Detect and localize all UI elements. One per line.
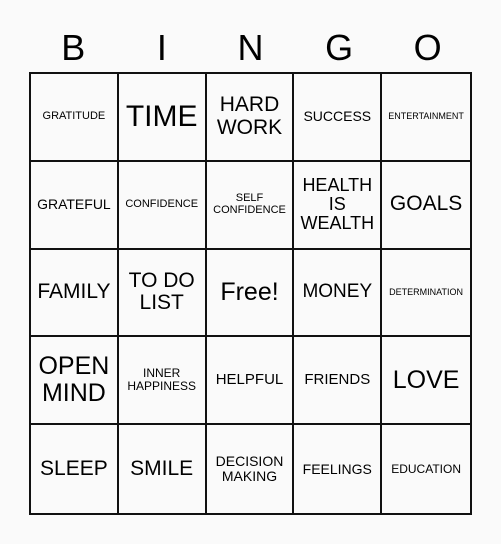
bingo-cell-label: CONFIDENCE	[125, 197, 199, 210]
bingo-cell[interactable]: GRATITUDE	[31, 74, 119, 162]
free-space-cell[interactable]: Free!	[206, 249, 295, 338]
bingo-cell[interactable]: SLEEP	[31, 425, 119, 513]
bingo-cell-label: ENTERTAINMENT	[388, 111, 464, 122]
bingo-header: B I N G O	[29, 24, 472, 72]
bingo-cell[interactable]: DECISION MAKING	[207, 425, 295, 513]
bingo-cell[interactable]: EDUCATION	[382, 425, 470, 513]
bingo-cell[interactable]: FAMILY	[31, 249, 119, 338]
bingo-cell[interactable]: LOVE	[382, 337, 470, 426]
bingo-cell[interactable]: SELF CONFIDENCE	[206, 161, 295, 250]
bingo-cell[interactable]: HEALTH IS WEALTH	[294, 161, 383, 250]
header-letter-n: N	[237, 27, 264, 68]
bingo-cell-label: TO DO LIST	[128, 268, 195, 315]
header-letter-o: O	[413, 27, 442, 68]
bingo-cell-label: SMILE	[130, 456, 194, 480]
header-letter-g: G	[325, 27, 354, 68]
header-letter-b: B	[61, 27, 86, 68]
bingo-cell[interactable]: INNER HAPPINESS	[118, 337, 207, 426]
bingo-cell[interactable]: GOALS	[382, 162, 470, 250]
bingo-cell-label: FEELINGS	[302, 460, 372, 477]
bingo-cell[interactable]: TIME	[118, 74, 207, 162]
bingo-cell-label: FAMILY	[37, 280, 111, 304]
bingo-cell-label: TIME	[125, 99, 198, 133]
bingo-cell[interactable]: CONFIDENCE	[118, 161, 207, 250]
bingo-cell[interactable]: GRATEFUL	[31, 161, 119, 250]
bingo-cell[interactable]: FEELINGS	[294, 425, 383, 513]
bingo-cell[interactable]: SUCCESS	[294, 74, 383, 162]
bingo-cell-label: Free!	[220, 277, 279, 306]
bingo-cell-label: EDUCATION	[391, 461, 461, 476]
bingo-cell-label: GRATEFUL	[37, 196, 111, 213]
bingo-cell-label: SUCCESS	[303, 108, 372, 125]
bingo-cell[interactable]: SMILE	[119, 425, 207, 513]
bingo-cell[interactable]: DETERMINATION	[382, 250, 470, 338]
bingo-cell-label: SELF CONFIDENCE	[213, 191, 286, 216]
bingo-cell[interactable]: ENTERTAINMENT	[382, 74, 470, 162]
bingo-cell-label: DECISION MAKING	[215, 452, 284, 485]
bingo-cell-label: FRIENDS	[304, 371, 371, 389]
bingo-cell-label: GRATITUDE	[42, 109, 106, 122]
bingo-cell-label: MONEY	[302, 281, 373, 303]
bingo-cell[interactable]: FRIENDS	[294, 337, 383, 426]
bingo-cell[interactable]: OPEN MIND	[31, 337, 119, 426]
bingo-cell-label: HELPFUL	[215, 371, 284, 389]
bingo-cell-label: LOVE	[392, 365, 460, 394]
bingo-cell[interactable]: HARD WORK	[206, 74, 295, 162]
bingo-cell-label: HEALTH IS WEALTH	[300, 174, 375, 234]
bingo-cell-label: HARD WORK	[216, 93, 283, 139]
bingo-cell[interactable]: HELPFUL	[206, 337, 295, 426]
bingo-cell[interactable]: MONEY	[294, 249, 383, 338]
bingo-cell-label: SLEEP	[40, 456, 108, 480]
bingo-grid: GRATITUDE TIME HARD WORK SUCCESS ENTERTAINME…	[29, 72, 472, 515]
header-letter-i: I	[156, 27, 167, 68]
bingo-cell-label: INNER HAPPINESS	[127, 366, 197, 394]
bingo-cell-label: DETERMINATION	[389, 286, 464, 297]
bingo-cell-label: OPEN MIND	[38, 352, 110, 408]
bingo-cell-label: GOALS	[389, 192, 463, 216]
bingo-cell[interactable]: TO DO LIST	[118, 249, 207, 338]
